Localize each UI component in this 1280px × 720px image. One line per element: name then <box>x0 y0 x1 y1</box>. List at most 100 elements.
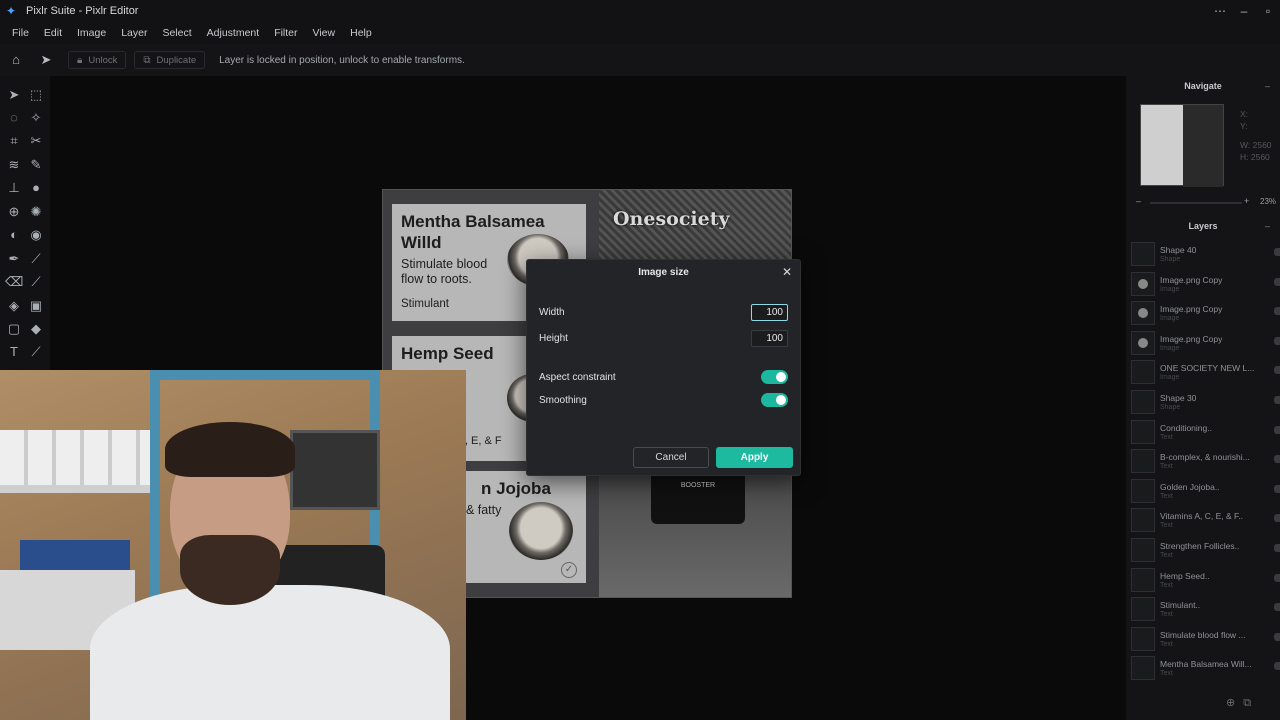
eraser-tool-icon[interactable]: ⌫ <box>5 273 23 291</box>
arrange-tool-icon[interactable]: ➤ <box>5 86 23 104</box>
apply-button[interactable]: Apply <box>716 447 793 468</box>
layer-item[interactable]: Hemp Seed.. Text <box>1131 566 1280 595</box>
layer-item[interactable]: Vitamins A, C, E, & F.. Text <box>1131 506 1280 535</box>
collapse-icon[interactable]: – <box>1265 76 1270 96</box>
menu-select[interactable]: Select <box>162 27 191 39</box>
visibility-icon[interactable] <box>1274 544 1280 552</box>
layer-type: Text <box>1160 492 1173 500</box>
layer-thumbnail <box>1131 330 1155 355</box>
smudge-tool-icon[interactable]: ⟋ <box>27 273 45 291</box>
visibility-icon[interactable] <box>1274 425 1280 434</box>
shelf <box>0 485 160 493</box>
menu-edit[interactable]: Edit <box>44 27 62 39</box>
visibility-icon[interactable] <box>1274 573 1280 582</box>
zoom-slider[interactable] <box>1150 202 1242 204</box>
aspect-toggle[interactable] <box>761 370 788 384</box>
layer-item[interactable]: B-complex, & nourishi... Text <box>1131 447 1280 476</box>
menu-file[interactable]: File <box>12 27 29 39</box>
sticker-tool-icon[interactable]: ◆ <box>27 320 45 338</box>
blur-tool-icon[interactable]: ● <box>27 179 45 197</box>
sponge-tool-icon[interactable]: ⊕ <box>5 203 23 221</box>
smoothing-toggle[interactable] <box>761 393 788 407</box>
visibility-icon[interactable] <box>1274 455 1280 464</box>
layer-item[interactable]: Image.png Copy Image <box>1131 299 1280 328</box>
card-text: Stimulate blood flow to roots. <box>401 257 488 286</box>
layer-name: Image.png Copy <box>1160 333 1223 344</box>
navigator-thumbnail[interactable] <box>1140 104 1224 187</box>
color-replace-tool-icon[interactable]: ✺ <box>27 203 45 221</box>
duplicate-button[interactable]: ⧉ Duplicate <box>134 51 206 69</box>
marquee-tool-icon[interactable]: ⬚ <box>27 86 45 104</box>
menu-image[interactable]: Image <box>77 27 106 39</box>
layer-item[interactable]: Shape 40 Shape <box>1131 240 1280 269</box>
clone-tool-icon[interactable]: ⊥ <box>5 179 23 197</box>
layer-item[interactable]: Stimulate blood flow ... Text <box>1131 625 1280 654</box>
visibility-icon[interactable] <box>1274 603 1280 612</box>
layer-thumbnail <box>1131 271 1155 296</box>
fill-tool-icon[interactable]: ◈ <box>5 297 23 315</box>
more-options-icon[interactable]: ⋯ <box>1208 4 1232 18</box>
visibility-icon[interactable] <box>1274 277 1280 286</box>
visibility-icon[interactable] <box>1274 514 1280 523</box>
person-shirt <box>90 585 450 720</box>
zoom-in-icon[interactable]: + <box>1244 196 1249 206</box>
arrange-tool-icon[interactable]: ➤ <box>38 52 54 68</box>
pen-tool-icon[interactable]: ✒ <box>5 250 23 268</box>
duplicate-label: Duplicate <box>156 54 197 66</box>
nav-w-label: W: <box>1240 140 1251 150</box>
lasso-tool-icon[interactable]: ◌ <box>5 109 23 127</box>
shape-tool-icon[interactable]: ▢ <box>5 320 23 338</box>
right-panel: Navigate – X: Y: W: 2560 H: 2560 – + 23%… <box>1126 76 1280 720</box>
restore-icon[interactable]: ▫ <box>1256 4 1280 18</box>
eyedropper-tool-icon[interactable]: ⟋ <box>27 343 45 361</box>
layer-item[interactable]: Mentha Balsamea Will... Text <box>1131 654 1280 683</box>
lock-message: Layer is locked in position, unlock to e… <box>219 54 465 66</box>
unlock-button[interactable]: 🔒︎ Unlock <box>68 51 127 69</box>
text-tool-icon[interactable]: T <box>5 343 23 361</box>
width-input[interactable]: 100 <box>751 303 788 321</box>
collapse-icon[interactable]: – <box>1265 216 1270 236</box>
visibility-icon[interactable] <box>1274 366 1280 375</box>
cancel-button[interactable]: Cancel <box>633 447 709 468</box>
close-icon[interactable]: ✕ <box>782 265 792 279</box>
layer-item[interactable]: Strengthen Follicles.. Text <box>1131 536 1280 565</box>
brush-tool-icon[interactable]: ⟋ <box>27 250 45 268</box>
brand-photo: Onesociety <box>599 190 791 260</box>
layer-item[interactable]: Shape 30 Shape <box>1131 388 1280 417</box>
visibility-icon[interactable] <box>1274 336 1280 345</box>
burn-tool-icon[interactable]: ◉ <box>27 226 45 244</box>
gradient-tool-icon[interactable]: ▣ <box>27 297 45 315</box>
menu-adjustment[interactable]: Adjustment <box>207 27 260 39</box>
visibility-icon[interactable] <box>1274 248 1280 256</box>
duplicate-layer-icon[interactable]: ⧉ <box>1243 697 1259 709</box>
menu-help[interactable]: Help <box>350 27 372 39</box>
layer-item[interactable]: Golden Jojoba.. Text <box>1131 477 1280 506</box>
menu-view[interactable]: View <box>313 27 336 39</box>
visibility-icon[interactable] <box>1274 307 1280 316</box>
liquify-tool-icon[interactable]: ≋ <box>5 156 23 174</box>
dodge-tool-icon[interactable]: ◐ <box>5 226 23 244</box>
layer-item[interactable]: Stimulant.. Text <box>1131 595 1280 624</box>
menu-layer[interactable]: Layer <box>121 27 147 39</box>
add-layer-icon[interactable]: ⊕ <box>1226 697 1243 709</box>
layer-item[interactable]: Image.png Copy Image <box>1131 270 1280 299</box>
home-icon[interactable]: ⌂ <box>8 52 24 68</box>
lock-icon: 🔒︎ <box>77 54 83 66</box>
height-input[interactable]: 100 <box>751 329 788 347</box>
height-row: Height 100 <box>539 328 788 348</box>
layer-item[interactable]: ONE SOCIETY NEW L... Image <box>1131 358 1280 387</box>
wand-tool-icon[interactable]: ✧ <box>27 109 45 127</box>
zoom-out-icon[interactable]: – <box>1136 196 1141 206</box>
visibility-icon[interactable] <box>1274 632 1280 641</box>
visibility-icon[interactable] <box>1274 396 1280 404</box>
crop-tool-icon[interactable]: ⌗ <box>5 132 23 150</box>
menu-filter[interactable]: Filter <box>274 27 297 39</box>
layer-item[interactable]: Conditioning.. Text <box>1131 418 1280 447</box>
cutout-tool-icon[interactable]: ✂ <box>27 132 45 150</box>
person-beard <box>180 535 280 605</box>
heal-tool-icon[interactable]: ✎ <box>27 156 45 174</box>
minimize-icon[interactable]: – <box>1232 4 1256 18</box>
visibility-icon[interactable] <box>1274 662 1280 671</box>
layer-item[interactable]: Image.png Copy Image <box>1131 329 1280 358</box>
visibility-icon[interactable] <box>1274 484 1280 493</box>
